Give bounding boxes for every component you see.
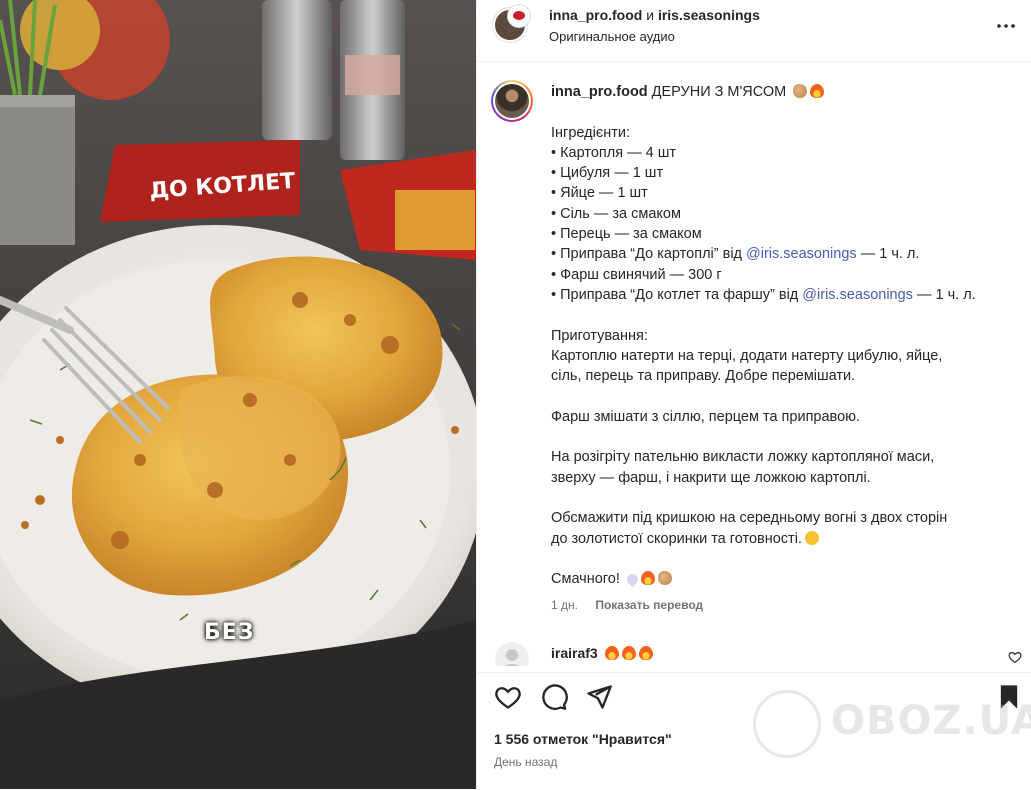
white-heart-emoji-icon <box>624 571 641 588</box>
story-ring-avatar[interactable] <box>491 80 533 122</box>
share-paper-plane-icon[interactable] <box>585 683 613 711</box>
prep-step: На розігріту пательню викласти ложку кар… <box>551 449 935 466</box>
prep-step: Картоплю натерти на терці, додати натерт… <box>551 347 943 364</box>
food-photo: ДО КОТЛЕТ <box>0 0 476 789</box>
ingredient-item: • Перець — за смаком <box>551 226 702 243</box>
post-caption: inna_pro.food ДЕРУНИ З М'ЯСОМ Інгредієнти… <box>551 82 1021 589</box>
ingredient-item: • Фарш свинячий — 300 г <box>551 266 722 283</box>
ingredient-item: • Приправа “До картоплі” від @iris.seaso… <box>551 244 1021 264</box>
collab-avatar[interactable] <box>507 4 531 28</box>
watermark: OBOZ.UA <box>753 688 1031 758</box>
post-panel: inna_pro.food и iris.seasonings Оригинал… <box>476 0 1031 789</box>
watermark-logo-icon <box>753 690 821 758</box>
ingredient-item: • Цибуля — 1 шт <box>551 165 664 182</box>
fire-emoji-icon <box>638 646 653 660</box>
prep-heading: Приготування: <box>551 327 648 344</box>
fire-emoji-icon <box>621 646 636 660</box>
post-comments-area[interactable]: inna_pro.food ДЕРУНИ З М'ЯСОМ Інгредієнти… <box>477 62 1031 666</box>
video-caption-text: БЕЗ <box>204 620 255 645</box>
like-count[interactable]: 1 556 отметок "Нравится" <box>494 731 672 747</box>
prep-step: до золотистої скоринки та готовності. <box>551 529 1021 549</box>
potato-emoji-icon <box>657 571 672 586</box>
closing-text: Смачного! <box>551 571 620 588</box>
ingredients-heading: Інгредієнти: <box>551 124 630 141</box>
post-media[interactable]: ДО КОТЛЕТ БЕЗ <box>0 0 476 789</box>
prep-step: Фарш змішати з сіллю, перцем та приправо… <box>551 408 861 425</box>
header-user2-link[interactable]: iris.seasonings <box>658 7 760 23</box>
post-age: 1 дн. <box>551 598 578 612</box>
caption-username[interactable]: inna_pro.food <box>551 84 648 100</box>
post-timestamp[interactable]: День назад <box>494 755 557 769</box>
prep-step: Обсмажити під кришкою на середньому вогн… <box>551 510 948 527</box>
prep-step-text: до золотистої скоринки та готовності. <box>551 530 802 547</box>
header-user1-link[interactable]: inna_pro.food <box>549 7 642 23</box>
heart-eyes-emoji-icon <box>804 530 819 545</box>
ingredient-text: — 1 ч. л. <box>916 286 976 303</box>
mention-link[interactable]: @iris.seasonings <box>746 246 857 262</box>
prep-step: зверху — фарш, і накрити ще ложкою карто… <box>551 469 871 486</box>
post-header: inna_pro.food и iris.seasonings Оригинал… <box>477 0 1031 62</box>
ingredient-text: • Приправа “До котлет та фаршу” від <box>551 286 799 303</box>
comment-like-heart-icon[interactable] <box>1008 650 1022 664</box>
audio-link[interactable]: Оригинальное аудио <box>549 29 675 44</box>
fire-emoji-icon <box>604 646 619 660</box>
comment-bubble-icon[interactable] <box>540 683 568 711</box>
ingredient-item: • Яйце — 1 шт <box>551 185 648 202</box>
closing-line: Смачного! <box>551 569 1021 589</box>
like-heart-icon[interactable] <box>494 683 522 711</box>
caption-title: ДЕРУНИ З М'ЯСОМ <box>651 84 787 100</box>
watermark-text: OBOZ.UA <box>831 698 1031 744</box>
comment-line: irairaf3 <box>551 645 653 661</box>
ingredient-item: • Картопля — 4 шт <box>551 144 676 161</box>
more-options-icon[interactable] <box>994 14 1018 38</box>
comment-row: irairaf3 <box>477 636 1031 666</box>
fire-emoji-icon <box>640 571 655 586</box>
header-usernames: inna_pro.food и iris.seasonings <box>549 7 760 23</box>
ingredient-text: • Приправа “До картоплі” від <box>551 246 742 263</box>
header-and: и <box>646 7 655 23</box>
comment-username[interactable]: irairaf3 <box>551 645 598 661</box>
fire-emoji-icon <box>810 84 825 98</box>
ingredient-item: • Сіль — за смаком <box>551 205 681 222</box>
prep-step: сіль, перець та приправу. Добре переміша… <box>551 368 856 385</box>
ingredient-item: • Приправа “До котлет та фаршу” від @iri… <box>551 285 1021 305</box>
ingredient-text: — 1 ч. л. <box>860 246 920 263</box>
commenter-avatar[interactable] <box>495 642 529 666</box>
caption-meta: 1 дн. Показать перевод <box>551 598 703 612</box>
show-translation-button[interactable]: Показать перевод <box>595 598 703 612</box>
potato-emoji-icon <box>793 84 808 98</box>
mention-link[interactable]: @iris.seasonings <box>802 287 913 303</box>
